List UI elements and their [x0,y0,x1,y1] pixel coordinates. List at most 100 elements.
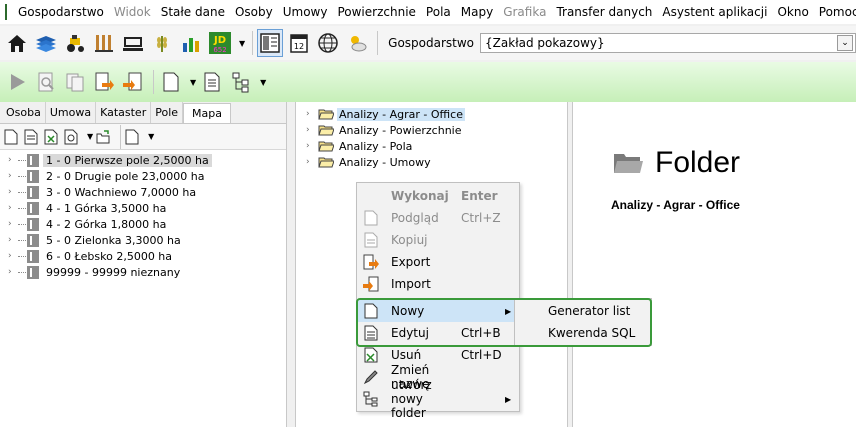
list-item[interactable]: › 4 - 2 Górka 1,8000 ha [0,216,286,232]
context-item-export[interactable]: Export [357,251,519,273]
new-document-icon[interactable] [4,129,18,145]
new-folder-tree-button[interactable] [228,67,254,97]
list-item[interactable]: › 3 - 0 Wachniewo 7,0000 ha [0,184,286,200]
chevron-right-icon[interactable]: › [8,251,18,261]
gospodarstwo-value: {Zakład pokazowy} [485,36,605,50]
jd-button[interactable]: JD 652 [207,29,233,57]
globe-button[interactable] [315,29,341,57]
context-item-nowy[interactable]: Nowy ▶ [357,300,519,322]
left-tabs: Osoba Umowa Kataster Pole Mapa [0,102,286,124]
crop-button[interactable] [149,29,175,57]
tractor-icon [67,35,84,52]
tubes-button[interactable] [91,29,117,57]
new-document-icon[interactable] [125,129,139,145]
list-item[interactable]: › 4 - 1 Górka 3,5000 ha [0,200,286,216]
tab-umowa[interactable]: Umowa [46,102,97,123]
panel-view-button[interactable] [257,29,284,57]
chevron-right-icon[interactable]: › [8,267,18,277]
dropdown-arrow-icon[interactable]: ▼ [87,132,93,141]
list-item[interactable]: › 2 - 0 Drugie pole 23,0000 ha [0,168,286,184]
test-tubes-icon [95,35,113,52]
context-item-kopiuj[interactable]: Kopiuj [357,229,519,251]
menu-stale-dane[interactable]: Stałe dane [156,0,230,24]
folder-subtitle: Analizy - Agrar - Office [611,198,740,212]
submenu-item-generator-list[interactable]: Generator list [515,300,651,322]
menu-widok[interactable]: Widok [109,0,156,24]
field-icon [27,153,39,167]
context-item-wykonaj[interactable]: Wykonaj Enter [357,185,519,207]
delete-document-icon[interactable] [44,129,58,145]
context-item-label: Kopiuj [391,233,428,247]
copy-button[interactable] [62,67,88,97]
menu-transfer-danych[interactable]: Transfer danych [551,0,657,24]
menu-pomoc[interactable]: Pomoc [814,0,856,24]
menu-okno[interactable]: Okno [772,0,813,24]
tab-mapa[interactable]: Mapa [183,103,231,123]
import-button[interactable] [120,67,146,97]
tab-pole[interactable]: Pole [151,102,184,123]
context-item-import[interactable]: Import [357,273,519,295]
edit-button[interactable] [199,67,225,97]
menu-umowy[interactable]: Umowy [278,0,333,24]
field-machine-button[interactable] [120,29,146,57]
calendar-icon: 12 [290,34,308,53]
chevron-right-icon[interactable]: › [8,171,18,181]
tree-item[interactable]: › Analizy - Pola [296,138,567,154]
dropdown-arrow-icon[interactable]: ▼ [239,39,245,48]
context-item-label: Podgląd [391,211,439,225]
left-toolbar: ▼ ▼ [0,124,286,150]
preview-button[interactable] [33,67,59,97]
menu-osoby[interactable]: Osoby [230,0,278,24]
menu-asystent-aplikacji[interactable]: Asystent aplikacji [657,0,772,24]
field-label: 4 - 2 Górka 1,8000 ha [46,217,167,231]
menu-gospodarstwo[interactable]: Gospodarstwo [13,0,109,24]
tractor-button[interactable] [62,29,88,57]
new-button[interactable] [158,67,184,97]
list-item[interactable]: › 99999 - 99999 nieznany [0,264,286,280]
layers-button[interactable] [33,29,59,57]
chevron-right-icon[interactable]: › [8,219,18,229]
chevron-right-icon[interactable]: › [8,235,18,245]
menu-pola[interactable]: Pola [421,0,456,24]
context-item-edytuj[interactable]: Edytuj Ctrl+B [357,322,519,344]
globe-icon [318,33,338,53]
chevron-right-icon[interactable]: › [306,157,316,167]
chevron-right-icon[interactable]: › [306,141,316,151]
chevron-right-icon[interactable]: › [306,125,316,135]
chevron-right-icon[interactable]: › [8,155,18,165]
folder-move-icon[interactable] [96,129,110,145]
submenu-item-kwerenda-sql[interactable]: Kwerenda SQL [515,322,651,344]
tab-kataster[interactable]: Kataster [96,102,152,123]
tree-item[interactable]: › Analizy - Agrar - Office [296,106,567,122]
run-button[interactable] [4,67,30,97]
chevron-right-icon[interactable]: › [8,203,18,213]
dropdown-arrow-icon[interactable]: ▼ [190,78,196,87]
chevron-right-icon[interactable]: › [8,187,18,197]
gospodarstwo-select[interactable]: {Zakład pokazowy} ⌄ [480,33,856,53]
weather-button[interactable] [344,29,370,57]
edit-document-icon[interactable] [24,129,38,145]
search-document-icon[interactable] [64,129,78,145]
context-item-nowy-folder[interactable]: utwórz nowy folder ▶ [357,378,519,420]
context-item-label: utwórz nowy folder [391,378,432,420]
home-button[interactable] [4,29,30,57]
context-item-label: Usuń [391,348,422,362]
calendar-button[interactable]: 12 [286,29,312,57]
context-item-podglad[interactable]: Podgląd Ctrl+Z [357,207,519,229]
chart-button[interactable] [178,29,204,57]
dropdown-arrow-icon[interactable]: ▼ [260,78,266,87]
menu-grafika[interactable]: Grafika [498,0,551,24]
list-item[interactable]: › 5 - 0 Zielonka 3,3000 ha [0,232,286,248]
tree-item[interactable]: › Analizy - Powierzchnie [296,122,567,138]
tab-osoba[interactable]: Osoba [2,102,46,123]
tree-item[interactable]: › Analizy - Umowy [296,154,567,170]
export-button[interactable] [91,67,117,97]
list-item[interactable]: › 6 - 0 Łebsko 2,5000 ha [0,248,286,264]
chevron-right-icon[interactable]: › [306,109,316,119]
list-item[interactable]: › 1 - 0 Pierwsze pole 2,5000 ha [0,152,286,168]
tree-item-label: Analizy - Umowy [339,155,431,169]
menu-mapy[interactable]: Mapy [456,0,498,24]
chevron-down-icon[interactable]: ⌄ [837,35,854,51]
dropdown-arrow-icon[interactable]: ▼ [148,132,154,141]
menu-powierzchnie[interactable]: Powierzchnie [332,0,420,24]
